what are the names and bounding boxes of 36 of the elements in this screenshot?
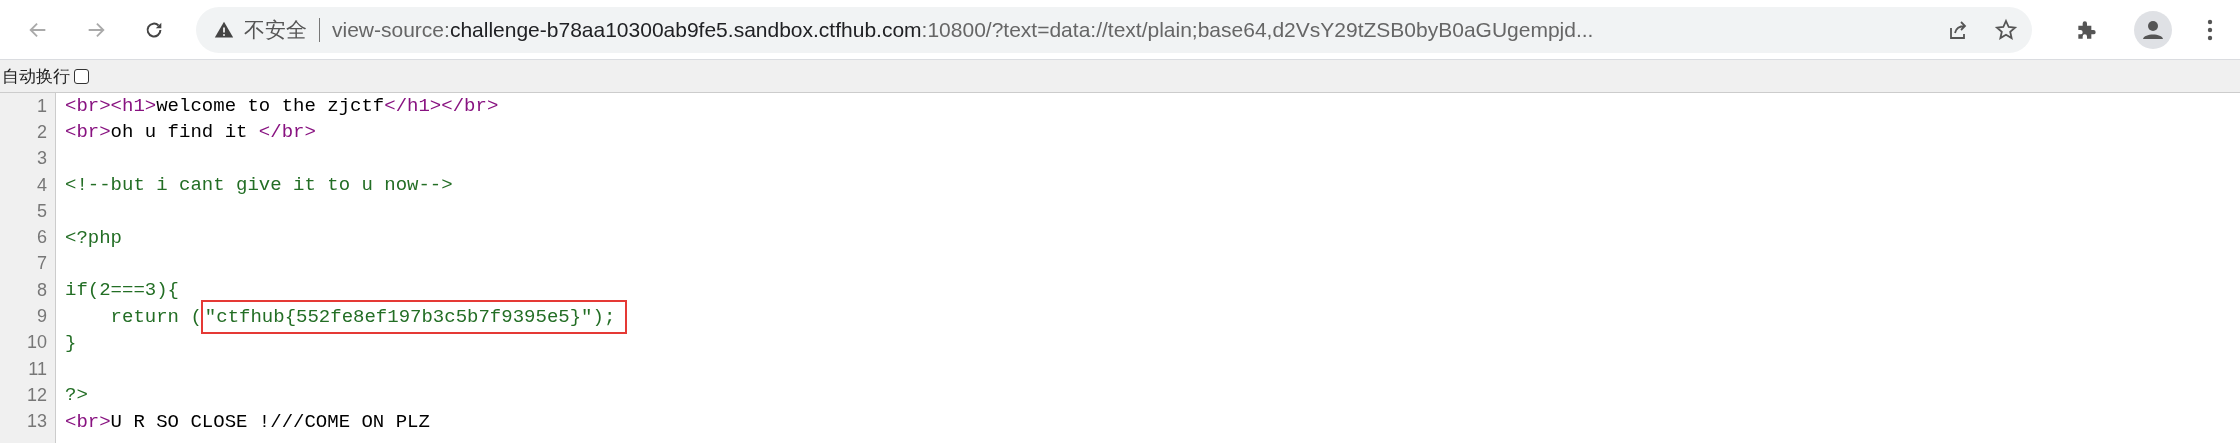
profile-avatar-icon[interactable] xyxy=(2134,10,2172,49)
html-tag: </br> xyxy=(258,121,316,144)
source-code: <!--but i cant give it to u now--> xyxy=(65,174,453,197)
html-tag: <br><h1> xyxy=(65,95,157,118)
source-code: <?php xyxy=(65,226,122,249)
line-number: 5 xyxy=(36,200,48,222)
line-number: 4 xyxy=(36,174,48,196)
line-number: 9 xyxy=(36,306,48,327)
highlighted-code: "ctfhub{552fe8ef197b3c5b7f9395e5}"); xyxy=(202,301,626,332)
source-text: oh u find it xyxy=(110,121,249,144)
html-tag: <br> xyxy=(65,121,111,144)
line-number: 8 xyxy=(36,279,48,301)
line-number: 7 xyxy=(36,253,48,275)
line-number: 2 xyxy=(36,121,48,143)
line-number: 1 xyxy=(36,95,48,117)
line-wrap-checkbox[interactable]: 自动换行 xyxy=(0,64,89,88)
source-text: welcome to the zjctf xyxy=(156,95,385,118)
source-code: return ( xyxy=(109,305,202,328)
line-number: 11 xyxy=(27,358,48,380)
address-bar[interactable]: 不安全 view-source:challenge-b78aa10300ab9fe5.sandbox.ctfhub.com:10800/?text=data://text/plain;base64,d2VsY29tZSB0byB0aGUgempjd... xyxy=(196,6,2032,53)
url-text: view-source: xyxy=(332,17,450,42)
source-text: U R SO CLOSE !///COME ON PLZ xyxy=(110,410,430,433)
source-code: if(2===3){ xyxy=(65,279,180,302)
line-number: 3 xyxy=(36,148,48,170)
line-number: 6 xyxy=(36,227,48,249)
source-code: } xyxy=(65,331,77,354)
url-host: challenge-b78aa10300ab9fe5.sandbox.ctfhub.com xyxy=(449,17,922,42)
html-tag: </h1></br> xyxy=(384,95,499,118)
line-number: 10 xyxy=(25,332,48,354)
bookmark-star-icon[interactable] xyxy=(1994,17,2018,42)
security-label: 不安全 xyxy=(244,16,307,43)
source-code: ?> xyxy=(65,384,88,407)
line-number: 13 xyxy=(25,411,48,433)
line-number: 12 xyxy=(25,384,48,406)
html-tag: <br> xyxy=(65,410,111,433)
url-text: :10800/?text=data://text/plain;base64,d2VsY29tZSB0byB0aGUgempjd... xyxy=(921,17,1594,42)
